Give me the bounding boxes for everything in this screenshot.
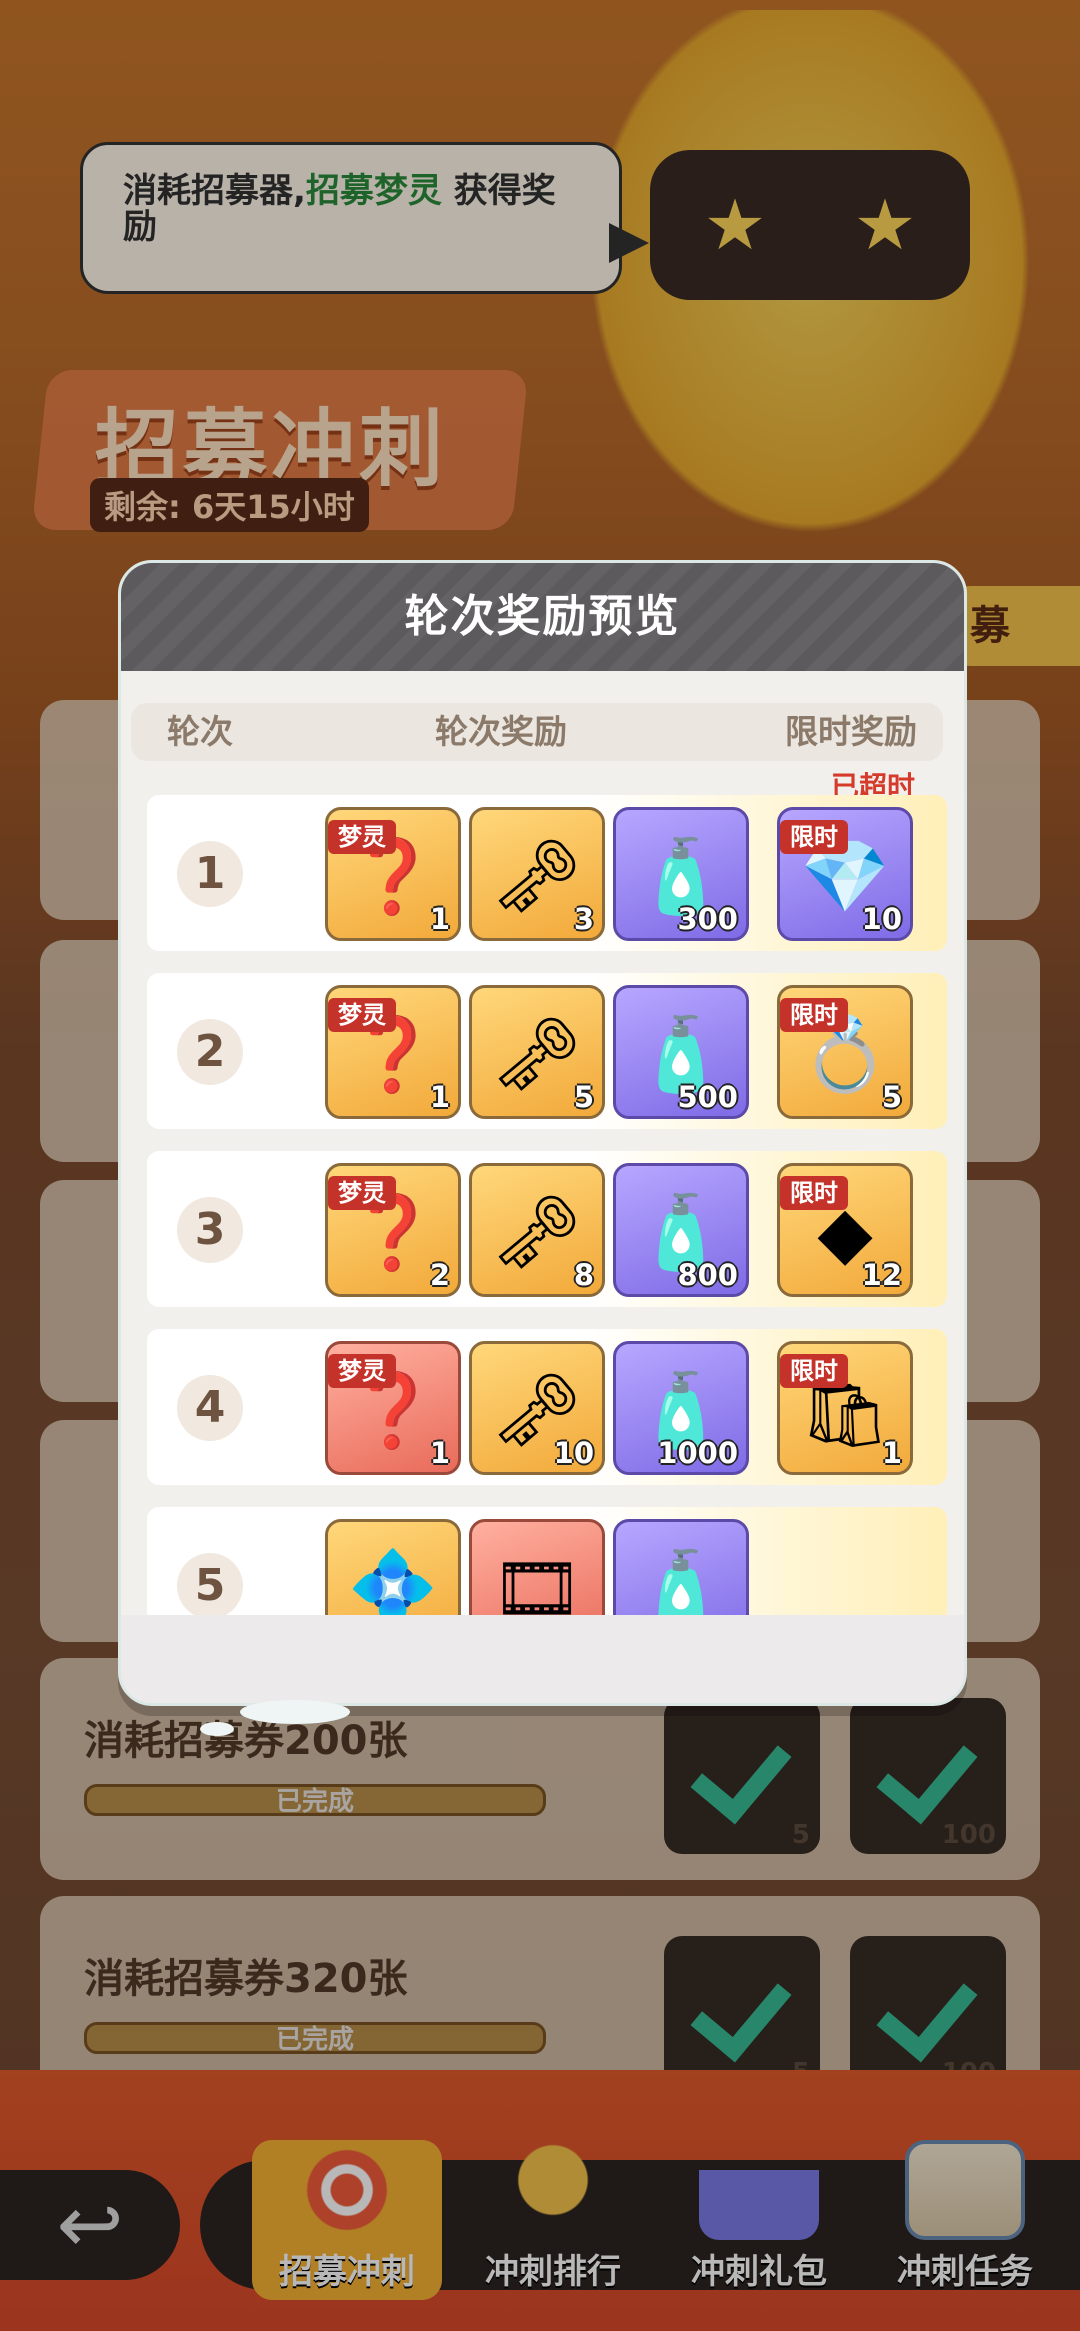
reward-item[interactable]: 🧴 500 [613,985,749,1119]
reward-row: 5 💠 🎞 🧴 [147,1507,947,1615]
dialog-title: 轮次奖励预览 [404,591,681,642]
reward-item[interactable]: ❓ 梦灵 1 [325,1341,461,1475]
reward-row: 1 ❓ 梦灵 1 🗝 3 🧴 300 💎 限时 10 [147,795,947,951]
rainbow-bottle-icon: 🧴 [636,1546,726,1615]
reward-item[interactable]: ◆ 限时 12 [777,1163,913,1297]
reward-quantity: 3 [573,902,594,936]
reward-item[interactable]: ❓ 梦灵 2 [325,1163,461,1297]
reward-row: 4 ❓ 梦灵 1 🗝 10 🧴 1000 🛍 限时 1 [147,1329,947,1485]
reward-quantity: 12 [861,1258,902,1292]
reward-quantity: 1 [429,1080,450,1114]
reward-item[interactable]: 🧴 800 [613,1163,749,1297]
reward-quantity: 1 [881,1436,902,1470]
reward-quantity: 1 [429,1436,450,1470]
reward-quantity: 800 [677,1258,738,1292]
reward-row: 3 ❓ 梦灵 2 🗝 8 🧴 800 ◆ 限时 12 [147,1151,947,1307]
reward-tag: 限时 [780,1354,848,1388]
reward-item[interactable]: 💎 限时 10 [777,807,913,941]
reward-row: 2 ❓ 梦灵 1 🗝 5 🧴 500 💍 限时 5 [147,973,947,1129]
round-number: 3 [177,1197,243,1263]
reward-quantity: 5 [881,1080,902,1114]
reward-item[interactable]: 🗝 8 [469,1163,605,1297]
reward-quantity: 1000 [657,1436,738,1470]
reward-item[interactable]: ❓ 梦灵 1 [325,807,461,941]
reward-quantity: 10 [861,902,902,936]
blue-gem-icon: 💠 [348,1546,438,1615]
dialog-footer [121,1615,964,1703]
reward-tag: 限时 [780,820,848,854]
reward-item[interactable]: 🧴 [613,1519,749,1615]
reward-quantity: 300 [677,902,738,936]
dialog-drip-decoration [240,1700,350,1724]
reward-item[interactable]: 🗝 5 [469,985,605,1119]
reward-tag: 梦灵 [328,1176,396,1210]
reward-quantity: 5 [573,1080,594,1114]
reward-tag: 限时 [780,998,848,1032]
film-card-icon: 🎞 [491,1546,583,1615]
column-round: 轮次 [167,712,233,751]
round-number: 4 [177,1375,243,1441]
round-reward-preview-dialog: 轮次奖励预览 轮次 轮次奖励 限时奖励 已超时 1 ❓ 梦灵 1 🗝 3 🧴 300 💎 限时 10… [118,560,967,1706]
round-number: 5 [177,1553,243,1615]
column-rewards: 轮次奖励 [435,712,567,751]
reward-quantity: 500 [677,1080,738,1114]
reward-list[interactable]: 1 ❓ 梦灵 1 🗝 3 🧴 300 💎 限时 10 2 ❓ 梦灵 1 🗝 5 🧴 500 💍 限时 5 3 ❓ 梦灵 2 🗝 8 🧴 8… [147,795,947,1615]
reward-item[interactable]: 💠 [325,1519,461,1615]
reward-item[interactable]: 💍 限时 5 [777,985,913,1119]
reward-item[interactable]: 🎞 [469,1519,605,1615]
reward-tag: 梦灵 [328,820,396,854]
reward-quantity: 1 [429,902,450,936]
reward-quantity: 8 [573,1258,594,1292]
column-limited: 限时奖励 [785,712,917,751]
reward-tag: 限时 [780,1176,848,1210]
round-number: 2 [177,1019,243,1085]
column-header: 轮次 轮次奖励 限时奖励 [131,703,943,761]
reward-item[interactable]: 🧴 300 [613,807,749,941]
dialog-drip-decoration [200,1722,234,1736]
reward-item[interactable]: 🗝 3 [469,807,605,941]
reward-item[interactable]: 🗝 10 [469,1341,605,1475]
round-number: 1 [177,841,243,907]
reward-item[interactable]: 🛍 限时 1 [777,1341,913,1475]
reward-quantity: 10 [553,1436,594,1470]
reward-tag: 梦灵 [328,998,396,1032]
reward-quantity: 2 [429,1258,450,1292]
reward-item[interactable]: 🧴 1000 [613,1341,749,1475]
reward-tag: 梦灵 [328,1354,396,1388]
reward-item[interactable]: ❓ 梦灵 1 [325,985,461,1119]
